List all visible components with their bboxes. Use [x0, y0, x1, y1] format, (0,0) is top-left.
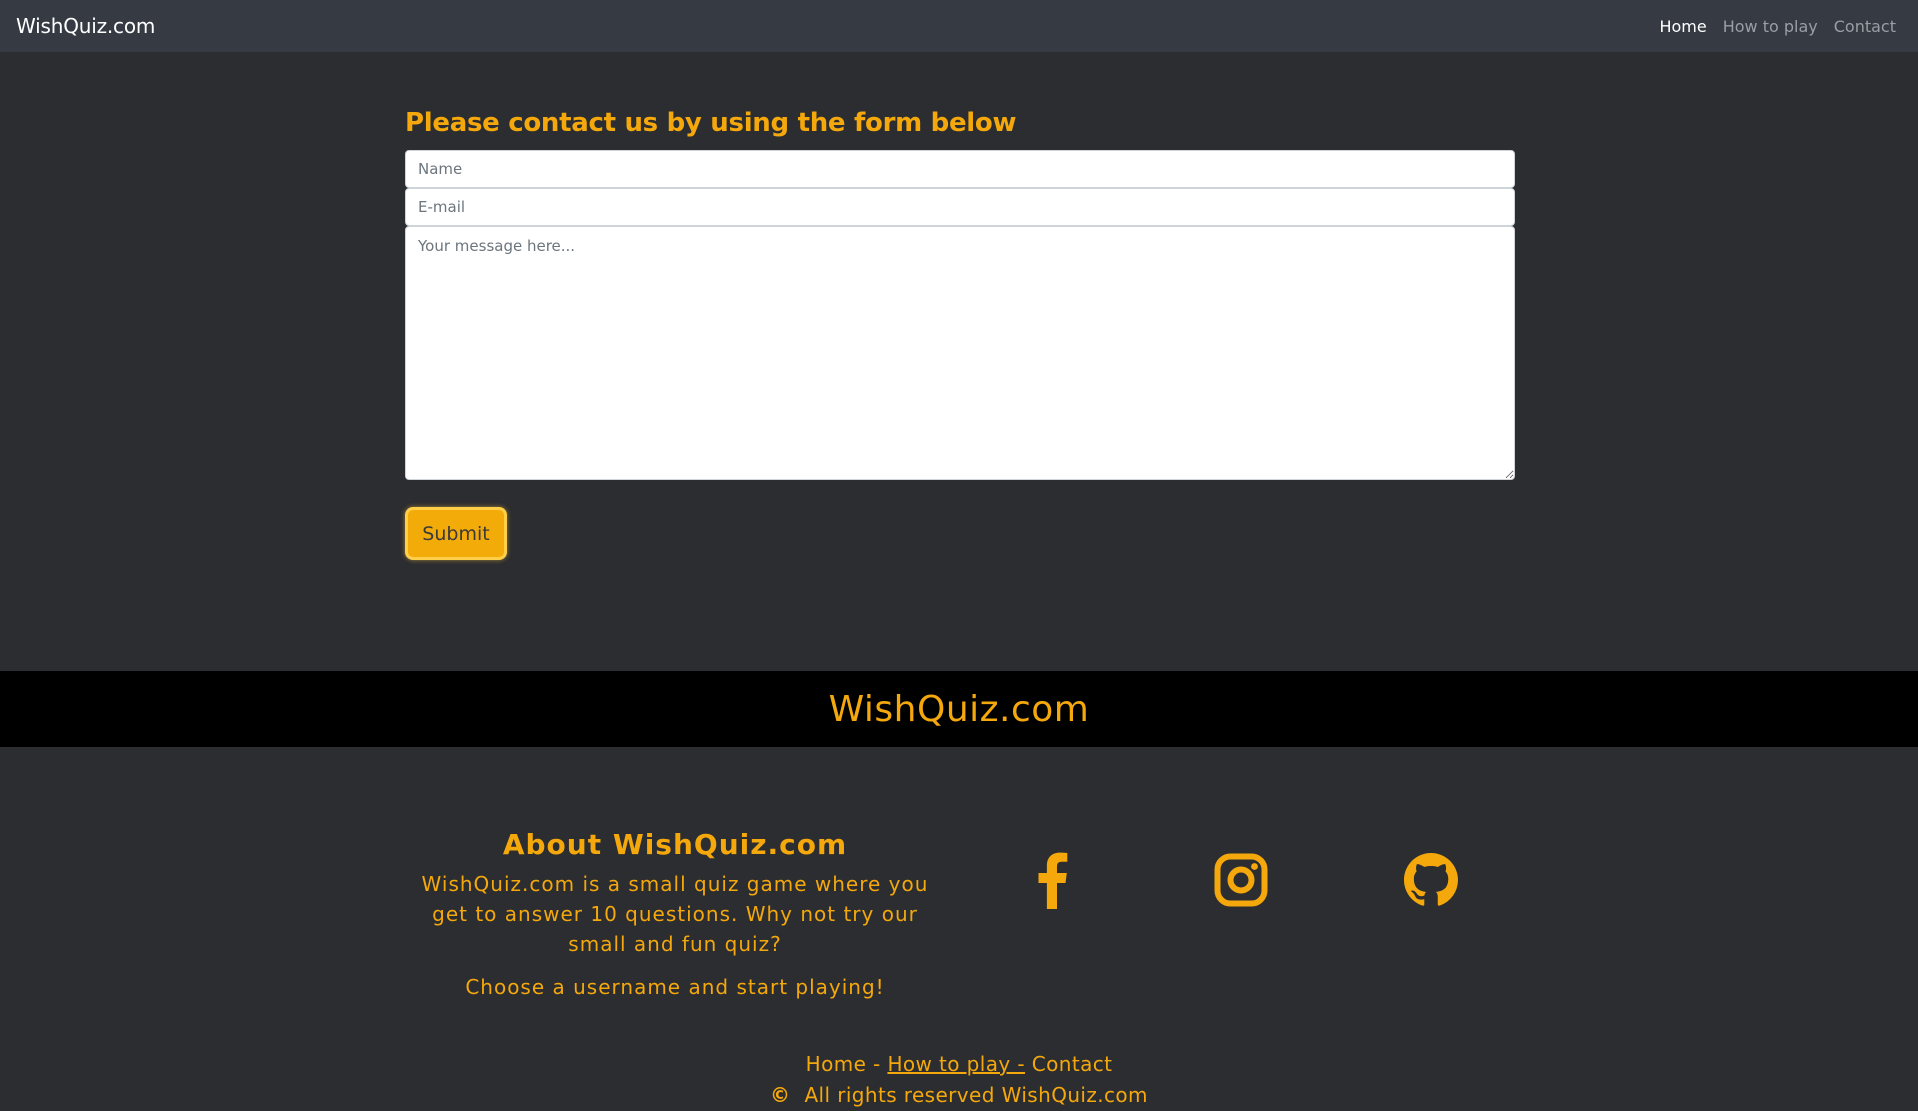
copyright-line: © All rights reserved WishQuiz.com	[0, 1083, 1918, 1107]
top-navbar: WishQuiz.com Home How to play Contact	[0, 0, 1918, 52]
contact-form-title: Please contact us by using the form belo…	[405, 108, 1017, 138]
copyright-icon: ©	[770, 1083, 791, 1107]
email-input[interactable]	[405, 188, 1515, 226]
about-section: About WishQuiz.com WishQuiz.com is a sma…	[405, 828, 945, 999]
nav-how-to-play-link[interactable]: How to play	[1723, 17, 1818, 36]
nav-home-link[interactable]: Home	[1659, 17, 1706, 36]
name-input[interactable]	[405, 150, 1515, 188]
brand-link[interactable]: WishQuiz.com	[16, 14, 155, 38]
instagram-icon[interactable]	[1211, 850, 1271, 910]
about-text: WishQuiz.com is a small quiz game where …	[421, 872, 929, 956]
footer-how-to-play-link[interactable]: How to play -	[887, 1052, 1025, 1076]
facebook-icon[interactable]	[1022, 850, 1082, 910]
about-heading: About WishQuiz.com	[502, 828, 848, 861]
footer-links: Home - How to play - Contact	[0, 1052, 1918, 1076]
submit-button[interactable]: Submit	[405, 507, 507, 560]
nav-links: Home How to play Contact	[1659, 17, 1896, 36]
footer-home-link[interactable]: Home -	[806, 1052, 881, 1076]
about-cta: Choose a username and start playing!	[465, 975, 885, 999]
message-textarea[interactable]	[405, 226, 1515, 480]
footer-brand-title: WishQuiz.com	[828, 688, 1090, 730]
github-icon[interactable]	[1401, 850, 1461, 910]
footer-band: WishQuiz.com	[0, 671, 1918, 747]
nav-contact-link[interactable]: Contact	[1834, 17, 1896, 36]
copyright-text: All rights reserved WishQuiz.com	[804, 1083, 1148, 1107]
footer-contact-link[interactable]: Contact	[1032, 1052, 1113, 1076]
